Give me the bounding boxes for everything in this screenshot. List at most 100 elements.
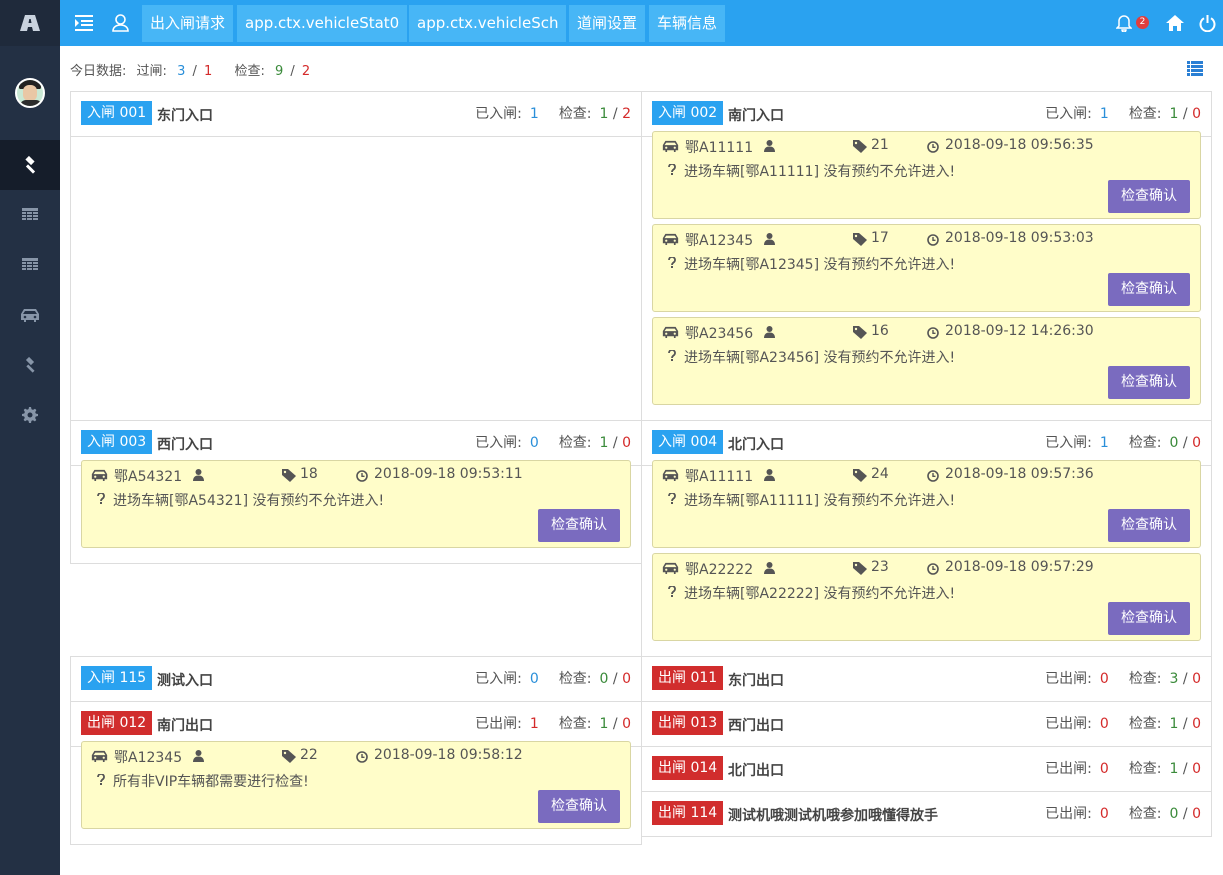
tag-icon-wrap	[853, 562, 867, 575]
user-icon-wrap	[764, 233, 775, 245]
gate-badge[interactable]: 出闸 012	[81, 711, 153, 735]
avatar[interactable]	[15, 78, 45, 108]
gate-pass-label: 已出闸:	[1045, 671, 1092, 687]
gate-check-label: 检查:	[558, 716, 592, 732]
tag-icon	[853, 326, 867, 339]
tab-vehicle-info[interactable]: 车辆信息	[649, 5, 726, 42]
vehicle-record-card: 鄂A11111 24 2018-09-18 09:57:36 进场车辆[鄂A11111…	[652, 460, 1201, 548]
today-summary: 今日数据: 过闸: 3 / 1 检查: 9 / 2	[70, 64, 311, 79]
tab-vehicle-stat[interactable]: app.ctx.vehicleStat0	[237, 5, 408, 42]
car-icon	[662, 140, 679, 152]
check-confirm-button[interactable]: 检查确认	[538, 509, 620, 542]
sidebar-item-tools[interactable]	[0, 340, 60, 390]
separator: /	[1178, 761, 1193, 777]
clock-icon	[927, 327, 939, 339]
gate-pass-count: 0	[1099, 671, 1109, 687]
question-icon	[668, 350, 676, 361]
gate-check-label: 检查:	[558, 106, 592, 122]
gate-badge[interactable]: 入闸 001	[81, 101, 153, 125]
table-icon	[22, 258, 38, 270]
check-confirm-button[interactable]: 检查确认	[1108, 509, 1190, 542]
clock-icon-wrap	[356, 751, 368, 763]
record-message: 进场车辆[鄂A22222] 没有预约不允许进入!	[684, 586, 956, 602]
question-icon-wrap	[668, 350, 676, 361]
gate-badge[interactable]: 入闸 115	[81, 666, 153, 690]
gate-stats: 已出闸: 0 检查: 3 / 0	[1045, 668, 1201, 688]
gate-check-label: 检查:	[1128, 106, 1162, 122]
tab-gate-request[interactable]: 出入闸请求	[142, 5, 234, 42]
user-icon	[193, 750, 204, 762]
user-icon-wrap	[764, 562, 775, 574]
power-button[interactable]	[1196, 12, 1218, 34]
tab-gate-settings[interactable]: 道闸设置	[569, 5, 646, 42]
record-time: 2018-09-18 09:53:03	[945, 230, 1094, 246]
sidebar-item-vehicles[interactable]	[0, 290, 60, 340]
user-menu[interactable]	[109, 12, 131, 34]
check-confirm-button[interactable]: 检查确认	[1108, 366, 1190, 399]
gate-badge[interactable]: 入闸 003	[81, 430, 153, 454]
clock-icon	[927, 563, 939, 575]
gate-stats: 已出闸: 0 检查: 1 / 0	[1045, 713, 1201, 733]
record-message: 进场车辆[鄂A54321] 没有预约不允许进入!	[113, 493, 385, 509]
list-icon	[1187, 61, 1203, 76]
separator: /	[608, 106, 623, 122]
tab-vehicle-schedule[interactable]: app.ctx.vehicleSch	[409, 5, 567, 42]
clock-icon	[356, 751, 368, 763]
gate-name: 西门入口	[157, 437, 213, 453]
gate-name: 东门入口	[157, 108, 213, 124]
sidebar-item-settings[interactable]	[0, 390, 60, 440]
notification-count-badge: 2	[1136, 16, 1149, 29]
record-message: 进场车辆[鄂A23456] 没有预约不允许进入!	[684, 350, 956, 366]
clock-icon	[927, 141, 939, 153]
gate-pass-label: 已出闸:	[1045, 806, 1092, 822]
plate-number: 鄂A22222	[685, 562, 754, 578]
gate-name: 南门入口	[728, 108, 784, 124]
gate-badge[interactable]: 入闸 002	[652, 101, 724, 125]
record-count: 18	[300, 466, 318, 482]
car-icon-wrap	[662, 562, 679, 574]
gavel-icon	[25, 357, 35, 373]
tag-icon-wrap	[853, 233, 867, 246]
record-message: 进场车辆[鄂A11111] 没有预约不允许进入!	[684, 493, 956, 509]
gate-check-label: 检查:	[558, 435, 592, 451]
home-button[interactable]	[1164, 12, 1186, 34]
gate-pass-label: 已出闸:	[475, 716, 522, 732]
gate-check-count-alt: 2	[622, 106, 631, 122]
notifications[interactable]	[1113, 12, 1135, 34]
tag-icon	[853, 233, 867, 246]
gate-badge[interactable]: 入闸 004	[652, 430, 724, 454]
record-time: 2018-09-18 09:53:11	[374, 466, 523, 482]
separator: /	[1178, 716, 1193, 732]
gate-badge[interactable]: 出闸 114	[652, 801, 724, 825]
question-icon-wrap	[668, 257, 676, 268]
user-icon	[193, 469, 204, 481]
gavel-icon	[25, 156, 36, 174]
record-count: 17	[871, 230, 889, 246]
gate-check-count-alt: 0	[1192, 106, 1201, 122]
logo[interactable]	[0, 0, 60, 46]
gate-header: 入闸 115 测试入口 已入闸: 0 检查: 0 / 0	[70, 656, 642, 702]
gate-badge[interactable]: 出闸 011	[652, 666, 724, 690]
gate-name: 南门出口	[157, 718, 213, 734]
gate-badge[interactable]: 出闸 013	[652, 711, 724, 735]
check-confirm-button[interactable]: 检查确认	[538, 790, 620, 823]
sidebar-item-table-1[interactable]	[0, 190, 60, 240]
check-confirm-button[interactable]: 检查确认	[1108, 180, 1190, 213]
sidebar-item-table-2[interactable]	[0, 240, 60, 290]
menu-toggle[interactable]	[73, 12, 95, 34]
tag-icon-wrap	[853, 469, 867, 482]
car-icon-wrap	[662, 140, 679, 152]
vehicle-record-card: 鄂A23456 16 2018-09-12 14:26:30 进场车辆[鄂A23456…	[652, 317, 1201, 405]
gate-badge[interactable]: 出闸 014	[652, 756, 724, 780]
gate-stats: 已出闸: 0 检查: 0 / 0	[1045, 803, 1201, 823]
sidebar-item-gates[interactable]	[0, 140, 60, 190]
vehicle-record-card: 鄂A11111 21 2018-09-18 09:56:35 进场车辆[鄂A11111…	[652, 131, 1201, 219]
check-confirm-button[interactable]: 检查确认	[1108, 273, 1190, 306]
clock-icon	[927, 470, 939, 482]
car-icon-wrap	[662, 326, 679, 338]
check-confirm-button[interactable]: 检查确认	[1108, 602, 1190, 635]
pass-count-alt: 1	[204, 64, 213, 79]
separator: /	[1178, 106, 1193, 122]
list-view-button[interactable]	[1187, 61, 1203, 80]
gate-check-count-alt: 0	[622, 716, 631, 732]
